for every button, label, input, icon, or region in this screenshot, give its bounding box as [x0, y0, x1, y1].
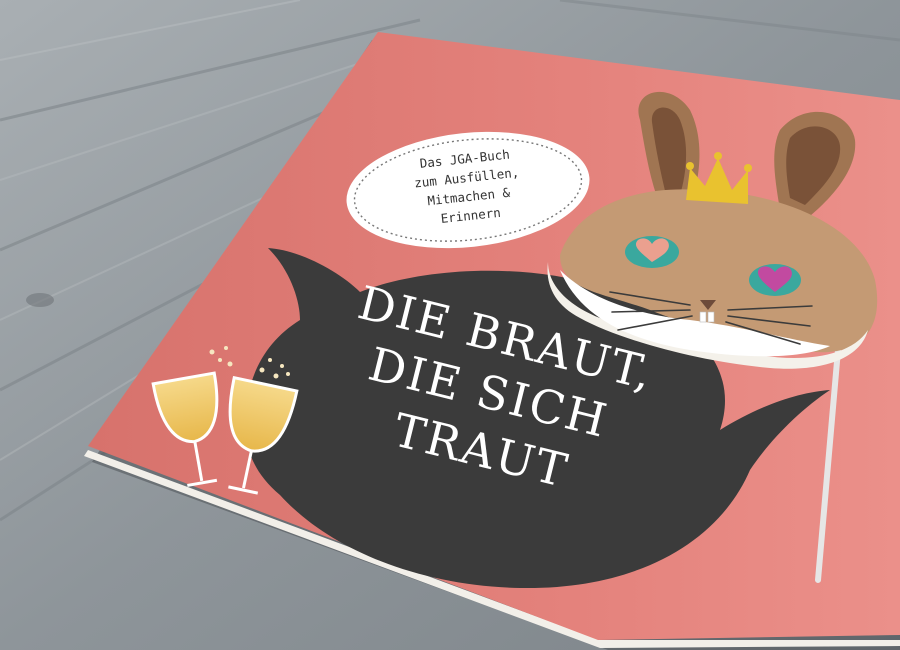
photo-scene: Das JGA-Buch zum Ausfüllen, Mitmachen & …: [0, 0, 900, 650]
